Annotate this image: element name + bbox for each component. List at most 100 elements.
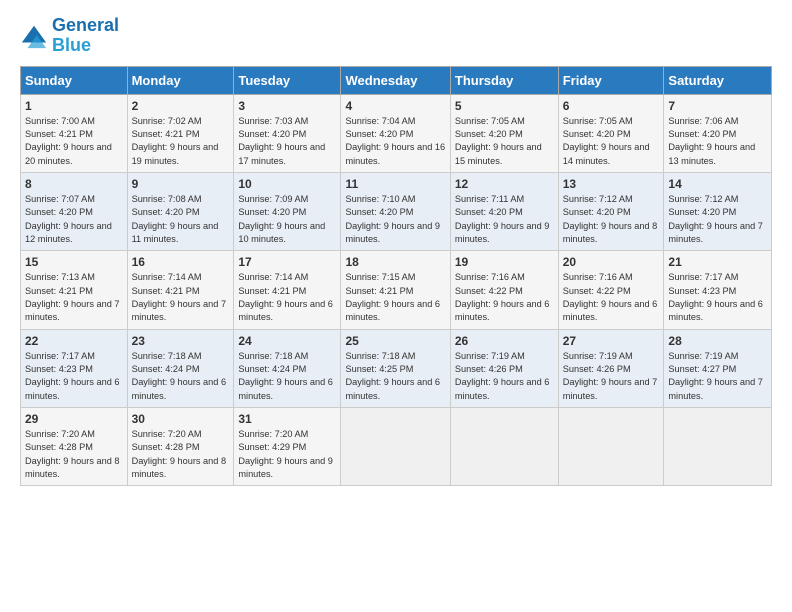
sunrise-label: Sunrise: 7:18 AM bbox=[238, 351, 308, 361]
calendar-cell bbox=[450, 408, 558, 486]
sunrise-label: Sunrise: 7:19 AM bbox=[668, 351, 738, 361]
sunset-label: Sunset: 4:20 PM bbox=[563, 129, 631, 139]
day-number: 17 bbox=[238, 255, 336, 269]
sunset-label: Sunset: 4:21 PM bbox=[132, 129, 200, 139]
calendar-cell: 18 Sunrise: 7:15 AM Sunset: 4:21 PM Dayl… bbox=[341, 251, 450, 329]
calendar-cell: 14 Sunrise: 7:12 AM Sunset: 4:20 PM Dayl… bbox=[664, 172, 772, 250]
sunset-label: Sunset: 4:24 PM bbox=[132, 364, 200, 374]
sunset-label: Sunset: 4:20 PM bbox=[668, 207, 736, 217]
sunrise-label: Sunrise: 7:17 AM bbox=[25, 351, 95, 361]
calendar-cell: 13 Sunrise: 7:12 AM Sunset: 4:20 PM Dayl… bbox=[558, 172, 664, 250]
sunrise-label: Sunrise: 7:17 AM bbox=[668, 272, 738, 282]
daylight-label: Daylight: 9 hours and 12 minutes. bbox=[25, 221, 112, 244]
sunrise-label: Sunrise: 7:10 AM bbox=[345, 194, 415, 204]
day-number: 7 bbox=[668, 99, 767, 113]
sunset-label: Sunset: 4:21 PM bbox=[238, 286, 306, 296]
day-info: Sunrise: 7:12 AM Sunset: 4:20 PM Dayligh… bbox=[668, 193, 767, 246]
day-number: 14 bbox=[668, 177, 767, 191]
weekday-header-saturday: Saturday bbox=[664, 66, 772, 94]
sunrise-label: Sunrise: 7:20 AM bbox=[132, 429, 202, 439]
sunset-label: Sunset: 4:20 PM bbox=[455, 129, 523, 139]
daylight-label: Daylight: 9 hours and 8 minutes. bbox=[25, 456, 120, 479]
day-number: 3 bbox=[238, 99, 336, 113]
day-info: Sunrise: 7:08 AM Sunset: 4:20 PM Dayligh… bbox=[132, 193, 230, 246]
daylight-label: Daylight: 9 hours and 8 minutes. bbox=[132, 456, 227, 479]
day-number: 10 bbox=[238, 177, 336, 191]
sunrise-label: Sunrise: 7:16 AM bbox=[563, 272, 633, 282]
day-info: Sunrise: 7:03 AM Sunset: 4:20 PM Dayligh… bbox=[238, 115, 336, 168]
day-info: Sunrise: 7:14 AM Sunset: 4:21 PM Dayligh… bbox=[238, 271, 336, 324]
calendar-week-1: 1 Sunrise: 7:00 AM Sunset: 4:21 PM Dayli… bbox=[21, 94, 772, 172]
sunrise-label: Sunrise: 7:05 AM bbox=[563, 116, 633, 126]
day-info: Sunrise: 7:15 AM Sunset: 4:21 PM Dayligh… bbox=[345, 271, 445, 324]
sunrise-label: Sunrise: 7:09 AM bbox=[238, 194, 308, 204]
day-number: 26 bbox=[455, 334, 554, 348]
calendar-cell: 11 Sunrise: 7:10 AM Sunset: 4:20 PM Dayl… bbox=[341, 172, 450, 250]
calendar-cell: 25 Sunrise: 7:18 AM Sunset: 4:25 PM Dayl… bbox=[341, 329, 450, 407]
sunrise-label: Sunrise: 7:20 AM bbox=[25, 429, 95, 439]
calendar-cell: 22 Sunrise: 7:17 AM Sunset: 4:23 PM Dayl… bbox=[21, 329, 128, 407]
sunrise-label: Sunrise: 7:14 AM bbox=[132, 272, 202, 282]
sunrise-label: Sunrise: 7:05 AM bbox=[455, 116, 525, 126]
day-number: 21 bbox=[668, 255, 767, 269]
day-number: 19 bbox=[455, 255, 554, 269]
calendar-cell: 24 Sunrise: 7:18 AM Sunset: 4:24 PM Dayl… bbox=[234, 329, 341, 407]
calendar-cell: 28 Sunrise: 7:19 AM Sunset: 4:27 PM Dayl… bbox=[664, 329, 772, 407]
calendar-table: SundayMondayTuesdayWednesdayThursdayFrid… bbox=[20, 66, 772, 487]
weekday-header-sunday: Sunday bbox=[21, 66, 128, 94]
calendar-cell: 27 Sunrise: 7:19 AM Sunset: 4:26 PM Dayl… bbox=[558, 329, 664, 407]
calendar-cell: 4 Sunrise: 7:04 AM Sunset: 4:20 PM Dayli… bbox=[341, 94, 450, 172]
calendar-cell: 8 Sunrise: 7:07 AM Sunset: 4:20 PM Dayli… bbox=[21, 172, 128, 250]
sunset-label: Sunset: 4:28 PM bbox=[132, 442, 200, 452]
calendar-cell: 17 Sunrise: 7:14 AM Sunset: 4:21 PM Dayl… bbox=[234, 251, 341, 329]
calendar-week-3: 15 Sunrise: 7:13 AM Sunset: 4:21 PM Dayl… bbox=[21, 251, 772, 329]
sunrise-label: Sunrise: 7:13 AM bbox=[25, 272, 95, 282]
calendar-cell: 3 Sunrise: 7:03 AM Sunset: 4:20 PM Dayli… bbox=[234, 94, 341, 172]
sunrise-label: Sunrise: 7:16 AM bbox=[455, 272, 525, 282]
weekday-header-friday: Friday bbox=[558, 66, 664, 94]
calendar-cell: 9 Sunrise: 7:08 AM Sunset: 4:20 PM Dayli… bbox=[127, 172, 234, 250]
day-info: Sunrise: 7:16 AM Sunset: 4:22 PM Dayligh… bbox=[563, 271, 660, 324]
calendar-cell: 31 Sunrise: 7:20 AM Sunset: 4:29 PM Dayl… bbox=[234, 408, 341, 486]
sunset-label: Sunset: 4:24 PM bbox=[238, 364, 306, 374]
daylight-label: Daylight: 9 hours and 13 minutes. bbox=[668, 142, 755, 165]
day-info: Sunrise: 7:18 AM Sunset: 4:24 PM Dayligh… bbox=[132, 350, 230, 403]
calendar-cell: 2 Sunrise: 7:02 AM Sunset: 4:21 PM Dayli… bbox=[127, 94, 234, 172]
day-info: Sunrise: 7:19 AM Sunset: 4:26 PM Dayligh… bbox=[563, 350, 660, 403]
sunset-label: Sunset: 4:28 PM bbox=[25, 442, 93, 452]
daylight-label: Daylight: 9 hours and 9 minutes. bbox=[238, 456, 333, 479]
calendar-cell: 1 Sunrise: 7:00 AM Sunset: 4:21 PM Dayli… bbox=[21, 94, 128, 172]
daylight-label: Daylight: 9 hours and 9 minutes. bbox=[455, 221, 550, 244]
logo-icon bbox=[20, 22, 48, 50]
sunset-label: Sunset: 4:20 PM bbox=[345, 129, 413, 139]
sunrise-label: Sunrise: 7:03 AM bbox=[238, 116, 308, 126]
day-info: Sunrise: 7:18 AM Sunset: 4:25 PM Dayligh… bbox=[345, 350, 445, 403]
daylight-label: Daylight: 9 hours and 7 minutes. bbox=[563, 377, 658, 400]
sunrise-label: Sunrise: 7:14 AM bbox=[238, 272, 308, 282]
logo: General Blue bbox=[20, 16, 119, 56]
sunrise-label: Sunrise: 7:18 AM bbox=[345, 351, 415, 361]
weekday-header-thursday: Thursday bbox=[450, 66, 558, 94]
calendar-week-2: 8 Sunrise: 7:07 AM Sunset: 4:20 PM Dayli… bbox=[21, 172, 772, 250]
day-number: 29 bbox=[25, 412, 123, 426]
sunset-label: Sunset: 4:20 PM bbox=[345, 207, 413, 217]
day-number: 1 bbox=[25, 99, 123, 113]
sunrise-label: Sunrise: 7:12 AM bbox=[668, 194, 738, 204]
day-number: 20 bbox=[563, 255, 660, 269]
day-info: Sunrise: 7:19 AM Sunset: 4:26 PM Dayligh… bbox=[455, 350, 554, 403]
calendar-cell: 5 Sunrise: 7:05 AM Sunset: 4:20 PM Dayli… bbox=[450, 94, 558, 172]
sunrise-label: Sunrise: 7:15 AM bbox=[345, 272, 415, 282]
day-info: Sunrise: 7:16 AM Sunset: 4:22 PM Dayligh… bbox=[455, 271, 554, 324]
daylight-label: Daylight: 9 hours and 6 minutes. bbox=[455, 299, 550, 322]
sunrise-label: Sunrise: 7:04 AM bbox=[345, 116, 415, 126]
sunset-label: Sunset: 4:20 PM bbox=[455, 207, 523, 217]
day-number: 24 bbox=[238, 334, 336, 348]
calendar-week-5: 29 Sunrise: 7:20 AM Sunset: 4:28 PM Dayl… bbox=[21, 408, 772, 486]
day-info: Sunrise: 7:05 AM Sunset: 4:20 PM Dayligh… bbox=[563, 115, 660, 168]
calendar-cell: 6 Sunrise: 7:05 AM Sunset: 4:20 PM Dayli… bbox=[558, 94, 664, 172]
sunset-label: Sunset: 4:27 PM bbox=[668, 364, 736, 374]
daylight-label: Daylight: 9 hours and 6 minutes. bbox=[25, 377, 120, 400]
day-info: Sunrise: 7:20 AM Sunset: 4:28 PM Dayligh… bbox=[132, 428, 230, 481]
sunrise-label: Sunrise: 7:08 AM bbox=[132, 194, 202, 204]
daylight-label: Daylight: 9 hours and 6 minutes. bbox=[563, 299, 658, 322]
